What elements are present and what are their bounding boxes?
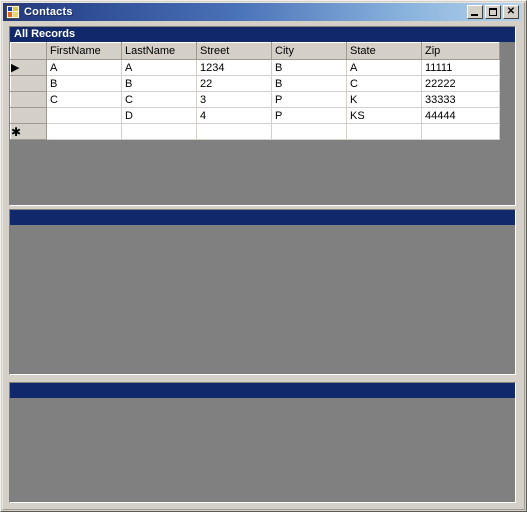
column-header-zip[interactable]: Zip — [421, 42, 500, 60]
cell-firstname[interactable] — [46, 123, 122, 140]
cell-city[interactable]: B — [271, 75, 347, 92]
cell-firstname[interactable] — [46, 107, 122, 124]
cell-zip[interactable]: 11111 — [421, 59, 500, 76]
cell-city[interactable]: P — [271, 91, 347, 108]
close-button[interactable]: ✕ — [503, 5, 519, 19]
cell-state[interactable] — [346, 123, 422, 140]
cell-city[interactable] — [271, 123, 347, 140]
cell-state[interactable]: K — [346, 91, 422, 108]
table-row[interactable]: C C 3 P K 33333 — [10, 91, 500, 108]
row-header-corner — [10, 42, 47, 60]
cell-lastname[interactable] — [121, 123, 197, 140]
minimize-button[interactable] — [467, 5, 483, 19]
cell-street[interactable]: 3 — [196, 91, 272, 108]
cell-firstname[interactable]: A — [46, 59, 122, 76]
cell-lastname[interactable]: D — [121, 107, 197, 124]
all-records-caption: All Records — [10, 27, 515, 42]
contacts-data-grid[interactable]: FirstName LastName Street City State Zip… — [10, 42, 500, 140]
third-panel-caption — [10, 383, 515, 398]
column-header-street[interactable]: Street — [196, 42, 272, 60]
cell-firstname[interactable]: B — [46, 75, 122, 92]
maximize-icon — [489, 8, 497, 16]
row-indicator[interactable] — [10, 107, 47, 124]
second-panel-caption — [10, 210, 515, 225]
minimize-icon — [471, 14, 478, 16]
cell-state[interactable]: C — [346, 75, 422, 92]
table-row-new[interactable]: ✱ — [10, 123, 500, 140]
column-header-city[interactable]: City — [271, 42, 347, 60]
window-title: Contacts — [24, 6, 73, 18]
application-window: Contacts ✕ All Records FirstName LastNam… — [0, 0, 527, 512]
all-records-body: FirstName LastName Street City State Zip… — [10, 42, 515, 205]
cell-state[interactable]: A — [346, 59, 422, 76]
close-icon: ✕ — [506, 6, 516, 17]
form-designer-icon — [6, 5, 20, 19]
column-header-lastname[interactable]: LastName — [121, 42, 197, 60]
cell-city[interactable]: P — [271, 107, 347, 124]
second-panel-body — [10, 225, 515, 374]
table-row[interactable]: ▶ A A 1234 B A 11111 — [10, 59, 500, 76]
title-bar[interactable]: Contacts ✕ — [3, 3, 522, 21]
cell-street[interactable]: 1234 — [196, 59, 272, 76]
column-header-state[interactable]: State — [346, 42, 422, 60]
table-row[interactable]: D 4 P KS 44444 — [10, 107, 500, 124]
cell-zip[interactable]: 22222 — [421, 75, 500, 92]
cell-zip[interactable]: 33333 — [421, 91, 500, 108]
cell-zip[interactable] — [421, 123, 500, 140]
cell-lastname[interactable]: C — [121, 91, 197, 108]
column-header-firstname[interactable]: FirstName — [46, 42, 122, 60]
cell-street[interactable]: 4 — [196, 107, 272, 124]
third-panel — [9, 382, 516, 503]
cell-lastname[interactable]: B — [121, 75, 197, 92]
cell-street[interactable] — [196, 123, 272, 140]
second-panel — [9, 209, 516, 375]
cell-city[interactable]: B — [271, 59, 347, 76]
new-row-indicator[interactable]: ✱ — [10, 123, 47, 140]
cell-lastname[interactable]: A — [121, 59, 197, 76]
window-controls: ✕ — [467, 5, 519, 19]
row-indicator[interactable]: ▶ — [10, 59, 47, 76]
grid-header-row: FirstName LastName Street City State Zip — [10, 42, 500, 60]
table-row[interactable]: B B 22 B C 22222 — [10, 75, 500, 92]
cell-street[interactable]: 22 — [196, 75, 272, 92]
cell-firstname[interactable]: C — [46, 91, 122, 108]
all-records-panel: All Records FirstName LastName Street Ci… — [9, 26, 516, 206]
maximize-button[interactable] — [485, 5, 501, 19]
cell-zip[interactable]: 44444 — [421, 107, 500, 124]
client-area: All Records FirstName LastName Street Ci… — [3, 22, 522, 509]
row-indicator[interactable] — [10, 91, 47, 108]
third-panel-body — [10, 398, 515, 502]
row-indicator[interactable] — [10, 75, 47, 92]
cell-state[interactable]: KS — [346, 107, 422, 124]
